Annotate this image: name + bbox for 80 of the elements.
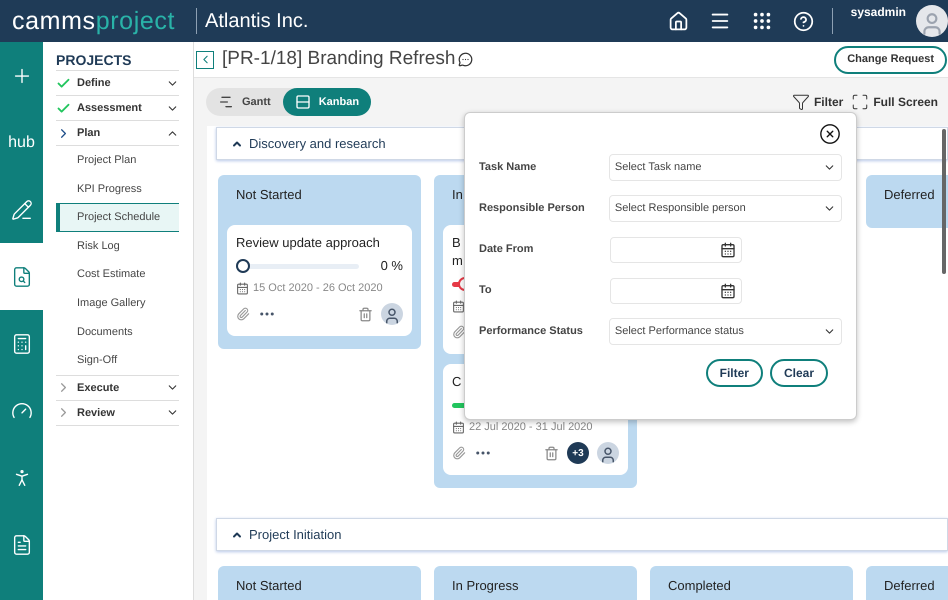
calendar-icon[interactable] [720, 282, 736, 298]
home-icon[interactable] [668, 10, 689, 32]
change-request-button[interactable]: Change Request [834, 46, 947, 74]
sidebar-item[interactable]: Project Plan [56, 146, 179, 175]
sidebar-item[interactable]: Cost Estimate [56, 260, 179, 289]
attachment-icon[interactable] [236, 307, 250, 321]
column-title: Not Started [236, 186, 302, 204]
delete-icon[interactable] [358, 306, 373, 322]
select-field[interactable]: Select Task name [608, 154, 842, 181]
section-header[interactable]: Project Initiation [216, 518, 948, 551]
field-label: Date From [479, 242, 534, 258]
view-tab[interactable]: Kanban [282, 88, 372, 116]
sidebar-group[interactable]: Plan [56, 121, 179, 146]
user-avatar[interactable] [916, 5, 948, 37]
calendar-icon[interactable] [720, 242, 736, 258]
sidebar-group[interactable]: Execute [56, 376, 179, 401]
delete-icon[interactable] [544, 446, 559, 460]
filter-button[interactable]: Filter [792, 93, 844, 111]
rail-item[interactable]: hub [0, 109, 43, 176]
expand-icon [851, 93, 870, 111]
field-label: To [479, 283, 493, 298]
progress-thumb[interactable] [236, 258, 250, 272]
view-tab[interactable]: Gantt [206, 88, 283, 116]
task-dates: 22 Jul 2020 - 31 Jul 2020 [469, 420, 593, 435]
section-title: Discovery and research [249, 134, 386, 153]
sidebar-item[interactable]: Image Gallery [56, 288, 179, 318]
field-label: Performance Status [479, 324, 584, 340]
calendar-icon [236, 282, 249, 294]
sidebar-item[interactable]: KPI Progress [56, 174, 179, 204]
section-title: Project Initiation [249, 526, 342, 544]
comment-icon[interactable] [458, 52, 474, 67]
avatar [597, 442, 619, 464]
sidebar-group[interactable]: Define [56, 71, 179, 96]
sidebar-group[interactable]: Review [56, 400, 179, 426]
full-screen-button[interactable]: Full Screen [851, 93, 938, 111]
user-name[interactable]: sysadmin [850, 3, 906, 21]
column-title: Not Started [236, 577, 302, 596]
apply-filter-button[interactable]: Filter [706, 359, 763, 387]
task-dates: 15 Oct 2020 - 26 Oct 2020 [253, 280, 383, 296]
assignee-count: +3 [567, 442, 589, 464]
sidebar-item[interactable]: Sign-Off [56, 346, 179, 375]
column-title: Deferred [884, 186, 935, 204]
date-field[interactable] [610, 278, 742, 304]
task-title: m [452, 252, 463, 270]
sidebar-item[interactable]: Project Schedule [56, 203, 179, 232]
clear-button[interactable]: Clear [770, 359, 828, 387]
sidebar-title: PROJECTS [56, 52, 179, 71]
page-title: [PR-1/18] Branding Refresh [222, 47, 456, 72]
company-name: Atlantis Inc. [205, 9, 308, 34]
date-field[interactable] [610, 236, 742, 262]
task-card[interactable]: Review update approach 0 % 15 Oct 2020 - 26 Oct 2020 [227, 225, 412, 336]
task-title: C [452, 373, 462, 391]
sidebar-group[interactable]: Assessment [56, 96, 179, 121]
attachment-icon[interactable] [452, 325, 466, 339]
field-label: Task Name [479, 160, 538, 176]
task-title: Review update approach [236, 234, 380, 252]
calendar-icon [452, 420, 465, 434]
column-title: In Progress [452, 577, 518, 596]
rows-icon [294, 94, 311, 110]
close-icon[interactable] [819, 123, 841, 145]
column-title: In [452, 186, 463, 204]
attachment-icon[interactable] [452, 446, 466, 460]
task-title: B [452, 234, 461, 252]
back-button[interactable] [196, 50, 214, 68]
select-field[interactable]: Select Performance status [608, 318, 842, 345]
sidebar-item[interactable]: Documents [56, 318, 179, 346]
field-label: Responsible Person [479, 201, 586, 216]
column-title: Completed [668, 577, 731, 596]
avatar [381, 303, 403, 325]
gantt-icon [218, 94, 234, 110]
sidebar-item[interactable]: Risk Log [56, 232, 179, 260]
logo[interactable]: cammsproject [12, 8, 196, 34]
calendar-icon [452, 300, 465, 312]
select-field[interactable]: Select Responsible person [608, 195, 842, 222]
filter-icon [792, 93, 810, 111]
pencil-icon [10, 198, 32, 220]
progress-reading: 0 % [380, 257, 403, 276]
hub-logo: hub [8, 132, 35, 152]
help-icon[interactable] [792, 10, 814, 32]
column-title: Deferred [884, 577, 935, 596]
